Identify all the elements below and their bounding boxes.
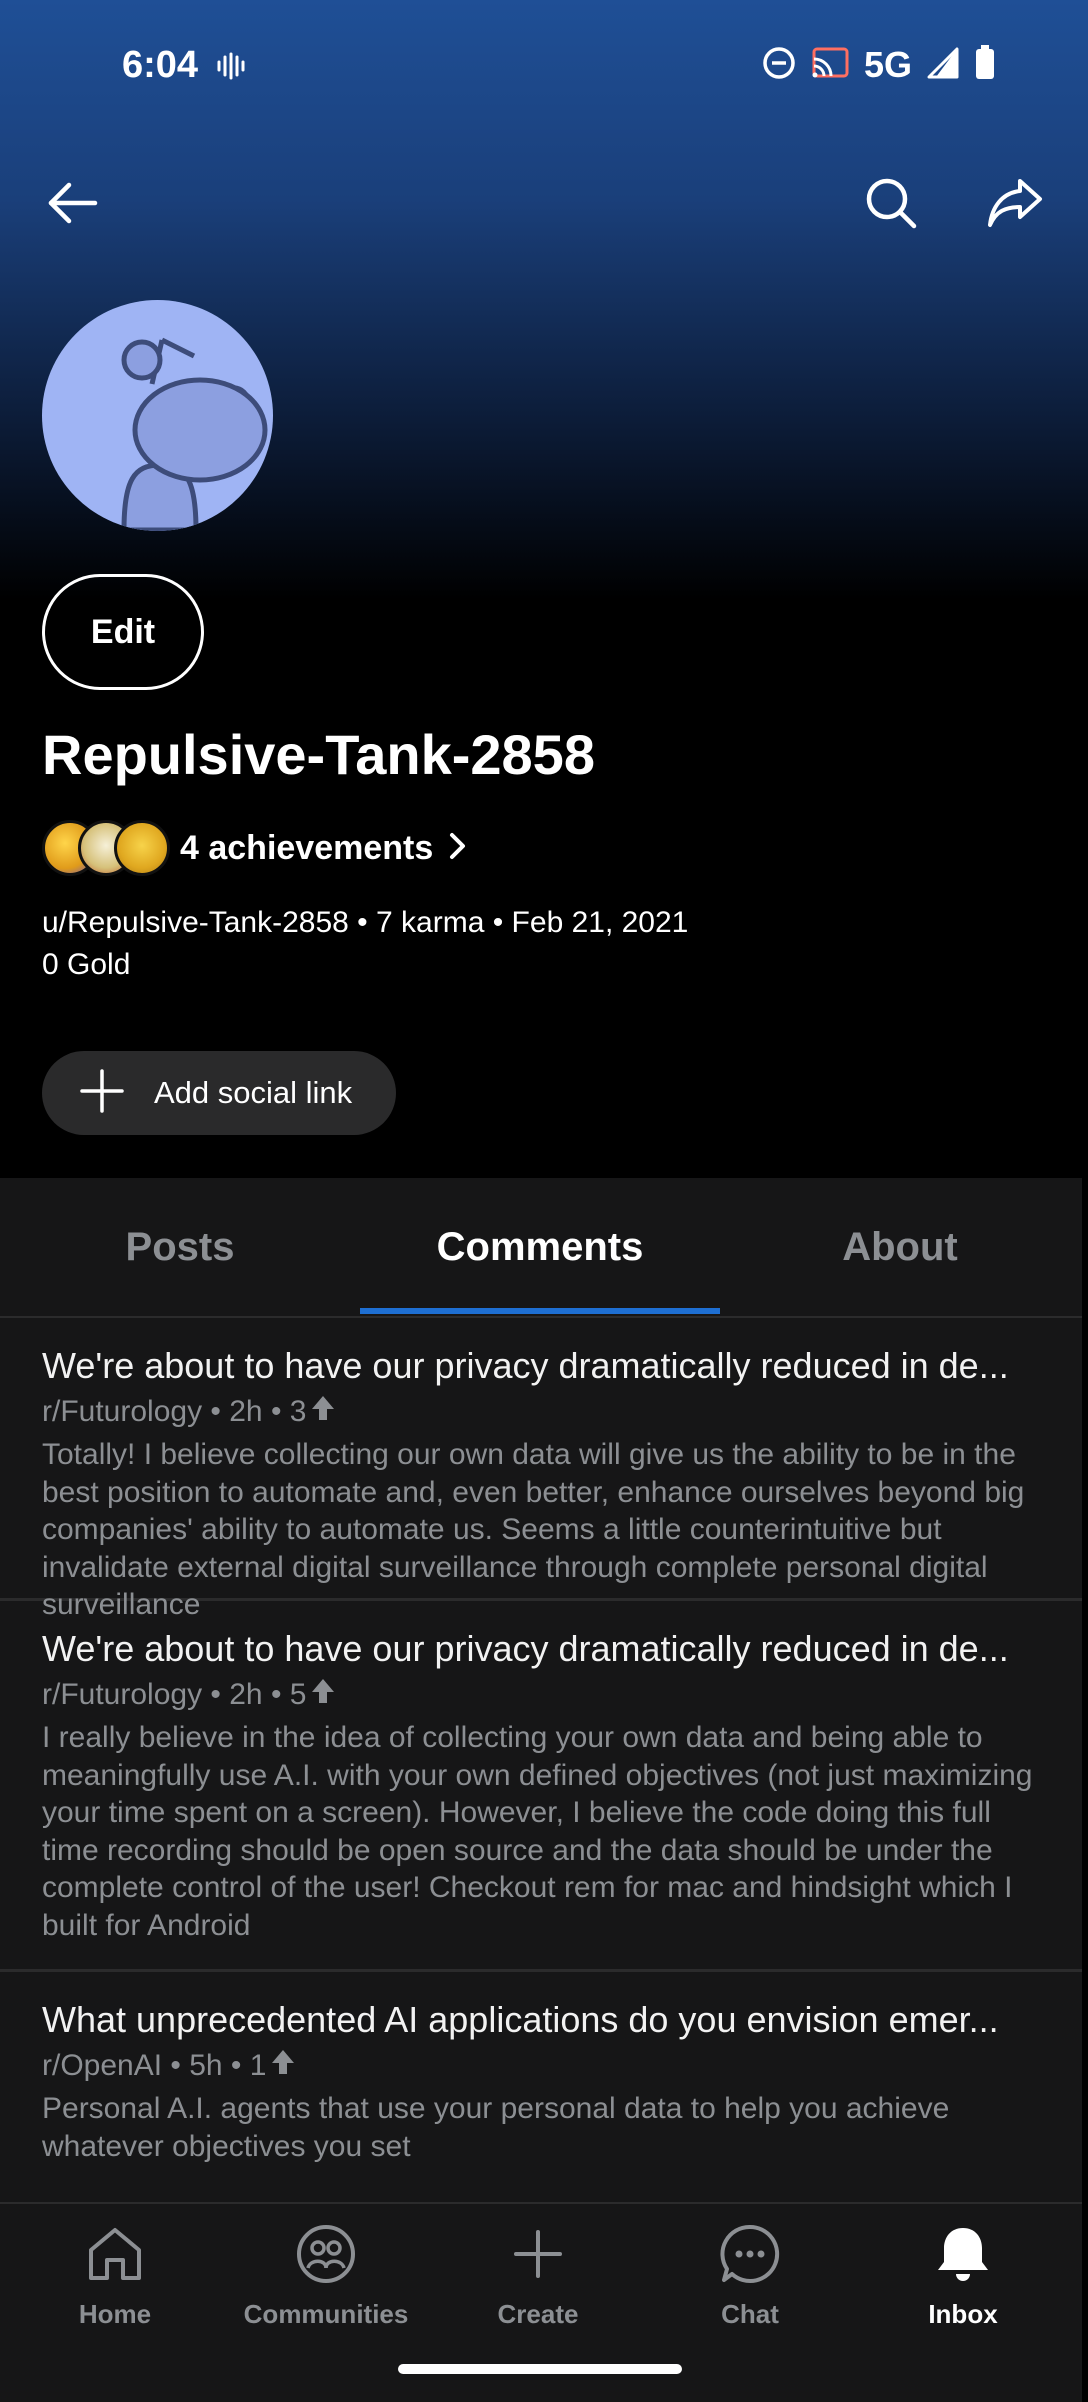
communities-icon (294, 2222, 358, 2291)
network-type: 5G (863, 44, 912, 85)
upvote-icon (310, 1394, 336, 1430)
comment-body: Personal A.I. agents that use your perso… (42, 2092, 950, 2163)
chat-icon (718, 2222, 782, 2291)
comment-post-title[interactable]: We're about to have our privacy dramatic… (42, 1344, 1022, 1388)
search-button[interactable] (856, 170, 926, 240)
share-button[interactable] (980, 170, 1050, 240)
chevron-right-icon (449, 832, 467, 865)
comment-meta-text: r/OpenAI • 5h • 1 (42, 2049, 267, 2082)
upvote-icon (270, 2048, 296, 2084)
comment-meta: r/Futurology • 2h • 5 (42, 1675, 1040, 1715)
nav-communities[interactable]: Communities (236, 2222, 416, 2342)
tab-comments[interactable]: Comments (360, 1178, 720, 1316)
nav-chat-label: Chat (721, 2299, 779, 2329)
comment-body: Totally! I believe collecting our own da… (42, 1438, 1025, 1622)
do-not-disturb-icon (762, 46, 796, 85)
share-icon (986, 177, 1044, 234)
comment-item[interactable]: We're about to have our privacy dramatic… (0, 1601, 1082, 1972)
upvote-icon (310, 1677, 336, 1713)
achievements-link[interactable]: 4 achievements (42, 816, 467, 880)
profile-username: Repulsive-Tank-2858 (42, 723, 595, 786)
comments-feed[interactable]: We're about to have our privacy dramatic… (0, 1318, 1082, 2202)
comment-meta: r/OpenAI • 5h • 1 (42, 2046, 1040, 2086)
home-indicator[interactable] (398, 2364, 682, 2374)
nav-home-label: Home (78, 2299, 152, 2329)
active-tab-indicator (360, 1308, 720, 1314)
achievement-badges (42, 816, 172, 880)
plus-icon (80, 1068, 124, 1118)
add-social-link-button[interactable]: Add social link (42, 1051, 396, 1135)
achievements-label: 4 achievements (180, 828, 434, 867)
bell-icon (931, 2222, 995, 2291)
comment-meta-text: r/Futurology • 2h • 5 (42, 1678, 307, 1711)
nav-home[interactable]: Home (25, 2222, 205, 2342)
nav-chat[interactable]: Chat (660, 2222, 840, 2342)
nav-communities-label: Communities (243, 2299, 409, 2329)
plus-icon (506, 2222, 570, 2291)
status-time: 6:04 (122, 44, 199, 86)
profile-gold: 0 Gold (42, 948, 131, 981)
status-bar: 6:04 5G (0, 0, 1088, 135)
nav-create[interactable]: Create (448, 2222, 628, 2342)
nav-inbox-label: Inbox (928, 2299, 998, 2329)
profile-tabs: Posts Comments About (0, 1178, 1082, 1318)
comment-meta-text: r/Futurology • 2h • 3 (42, 1395, 307, 1428)
nav-create-label: Create (497, 2299, 579, 2329)
edit-profile-button[interactable]: Edit (42, 574, 204, 690)
battery-icon (974, 44, 996, 86)
cast-icon (810, 46, 850, 85)
arrow-left-icon (47, 181, 99, 230)
comment-post-title[interactable]: We're about to have our privacy dramatic… (42, 1627, 1022, 1671)
avatar[interactable] (42, 300, 273, 531)
profile-meta: u/Repulsive-Tank-2858 • 7 karma • Feb 21… (42, 906, 689, 939)
tab-posts[interactable]: Posts (0, 1178, 360, 1316)
achievement-badge-icon (114, 820, 170, 876)
signal-icon (926, 46, 960, 85)
comment-post-title[interactable]: What unprecedented AI applications do yo… (42, 1998, 1022, 2042)
comment-meta: r/Futurology • 2h • 3 (42, 1392, 1040, 1432)
comment-item[interactable]: We're about to have our privacy dramatic… (0, 1318, 1082, 1621)
vibrate-icon (216, 52, 246, 85)
nav-inbox[interactable]: Inbox (873, 2222, 1053, 2342)
back-button[interactable] (38, 170, 108, 240)
search-icon (864, 176, 918, 235)
comment-body: I really believe in the idea of collecti… (42, 1721, 1033, 1942)
tab-about[interactable]: About (720, 1178, 1080, 1316)
comment-item[interactable]: What unprecedented AI applications do yo… (0, 1972, 1082, 2202)
add-social-link-label: Add social link (154, 1075, 353, 1110)
home-icon (83, 2222, 147, 2291)
